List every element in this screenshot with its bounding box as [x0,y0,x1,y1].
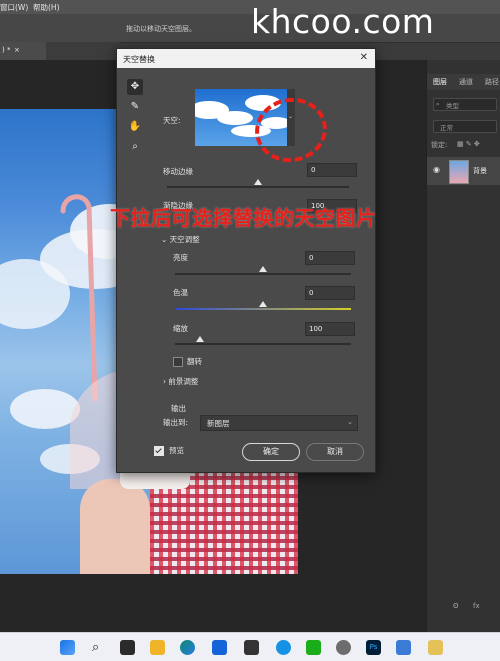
photos-icon[interactable] [428,640,443,655]
brightness-label: 亮度 [173,253,188,262]
document-tab[interactable]: ) * × [0,42,46,60]
move-edge-slider-thumb[interactable] [254,179,262,185]
search-icon[interactable]: ⌕ [92,640,107,655]
layer-filter-input[interactable]: ⌕ 类型 [433,98,497,111]
link-icon[interactable]: ʘ [453,602,459,610]
brush-tool-icon[interactable]: ✎ [127,99,143,115]
annotation-text: 下拉后可选择替换的天空图片 [110,206,377,230]
sky-label: 天空: [163,116,181,125]
close-icon[interactable]: × [14,46,20,54]
tab-channels[interactable]: 通道 [459,77,473,87]
eye-icon[interactable]: ◉ [433,165,440,174]
layer-thumbnail [449,160,469,184]
store-icon[interactable] [212,640,227,655]
task-view-icon[interactable] [120,640,135,655]
scale-slider-track[interactable] [175,343,351,345]
layer-name: 背景 [473,167,487,175]
photoshop-icon[interactable]: Ps [366,640,381,655]
lock-icons[interactable]: ▦ ✎ ✥ [457,140,480,148]
flip-checkbox[interactable] [173,357,183,367]
close-icon[interactable]: ✕ [360,52,368,63]
preview-label: 预览 [169,446,184,455]
ok-button[interactable]: 确定 [242,443,300,461]
move-tool-icon[interactable]: ✥ [127,79,143,95]
tab-layers[interactable]: 图层 [433,77,447,87]
preview-checkbox[interactable] [154,446,164,456]
windows-start-icon[interactable] [60,640,75,655]
move-edge-label: 移动边缘 [163,167,193,176]
scale-input[interactable]: 100 [305,322,355,336]
options-hint: 拖动以移动天空图层。 [126,25,196,33]
brightness-slider-thumb[interactable] [259,266,267,272]
layer-filter-placeholder: 类型 [446,102,459,110]
taskbar: ⌕ Ps [0,632,500,661]
temperature-slider-track[interactable] [175,308,351,310]
lock-label: 锁定: [431,141,448,149]
dialog-titlebar[interactable]: 天空替换 ✕ [117,49,375,68]
dialog-title: 天空替换 [123,55,155,64]
blend-mode-select[interactable]: 正常 [433,120,497,133]
search-icon: ⌕ [436,100,440,108]
foreground-adjust-toggle[interactable]: › 前景调整 [163,376,198,387]
cancel-button[interactable]: 取消 [306,443,364,461]
temperature-label: 色温 [173,288,188,297]
temperature-input[interactable]: 0 [305,286,355,300]
menu-window[interactable]: 窗口(W) [0,2,28,13]
document-tab-title: ) * [2,46,11,54]
menu-help[interactable]: 帮助(H) [33,2,60,13]
layers-panel-tabs: 图层 通道 路径 [427,74,500,90]
sky-replacement-dialog: 天空替换 ✕ ✥ ✎ ✋ ⌕ 天空: ⌄ 移动边缘 0 渐隐边缘 100 ⌄ 天… [116,48,376,473]
settings-icon[interactable] [336,640,351,655]
chevron-down-icon: ⌄ [347,418,353,426]
blend-mode-value: 正常 [440,124,453,132]
layers-panel: 图层 通道 路径 ⌕ 类型 正常 锁定: ▦ ✎ ✥ ◉ 背景 ʘ fx [426,60,500,632]
output-to-value: 新图层 [207,419,230,428]
brightness-slider-track[interactable] [175,273,351,275]
phone-icon[interactable] [396,640,411,655]
layers-panel-footer: ʘ fx [427,600,500,614]
edge-browser-icon[interactable] [180,640,195,655]
scale-label: 缩放 [173,324,188,333]
foreground-adjust-label: 前景调整 [168,377,199,386]
layer-row[interactable]: ◉ 背景 [427,157,500,185]
document-tab-bar: ) * × [0,42,120,60]
hand-tool-icon[interactable]: ✋ [127,119,143,135]
scale-slider-thumb[interactable] [195,336,204,342]
watermark: khcoo.com [251,2,435,41]
sky-adjust-label: 天空调整 [169,235,200,244]
file-explorer-icon[interactable] [150,640,165,655]
zoom-tool-icon[interactable]: ⌕ [127,139,143,155]
wechat-icon[interactable] [306,640,321,655]
output-section-label: 输出 [171,404,186,413]
fx-icon[interactable]: fx [473,602,480,610]
brightness-input[interactable]: 0 [305,251,355,265]
app-icon[interactable] [244,640,259,655]
output-to-label: 输出到: [163,418,189,427]
tab-paths[interactable]: 路径 [485,77,499,87]
sky-adjust-toggle[interactable]: ⌄ 天空调整 [161,234,200,245]
browser-icon[interactable] [276,640,291,655]
flip-label: 翻转 [187,357,202,366]
temperature-slider-thumb[interactable] [259,301,267,307]
move-edge-slider-track[interactable] [167,186,349,188]
move-edge-input[interactable]: 0 [307,163,357,177]
output-to-select[interactable]: 新图层 ⌄ [200,415,358,431]
